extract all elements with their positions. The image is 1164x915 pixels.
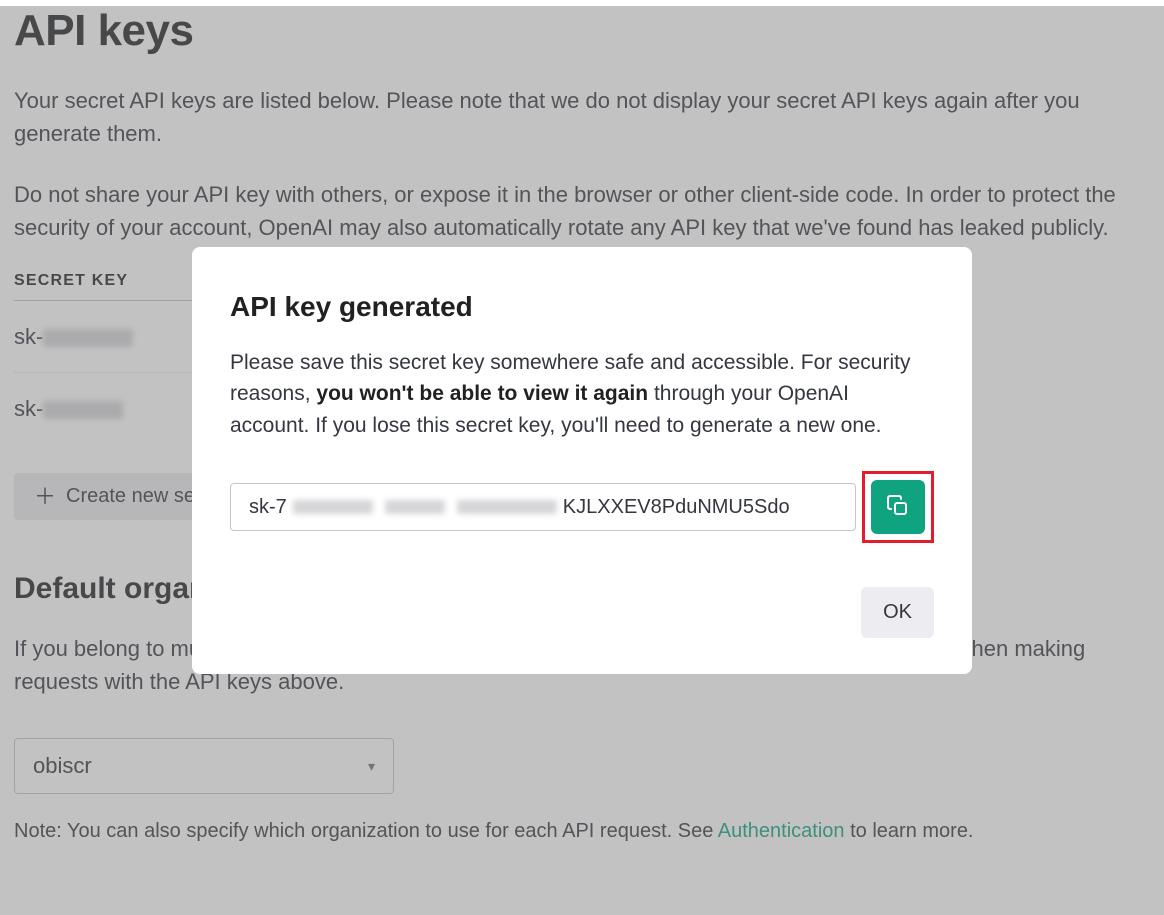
copy-icon bbox=[886, 494, 910, 521]
generated-key-field[interactable]: sk-7 KJLXXEV8PduNMU5Sdo bbox=[230, 483, 856, 531]
modal-overlay: API key generated Please save this secre… bbox=[0, 6, 1164, 915]
api-key-generated-modal: API key generated Please save this secre… bbox=[192, 247, 972, 675]
copy-key-button[interactable] bbox=[871, 480, 925, 534]
modal-body: Please save this secret key somewhere sa… bbox=[230, 347, 934, 442]
ok-button[interactable]: OK bbox=[861, 587, 934, 638]
generated-key-row: sk-7 KJLXXEV8PduNMU5Sdo bbox=[230, 471, 934, 543]
copy-button-highlight bbox=[862, 471, 934, 543]
modal-title: API key generated bbox=[230, 291, 934, 323]
